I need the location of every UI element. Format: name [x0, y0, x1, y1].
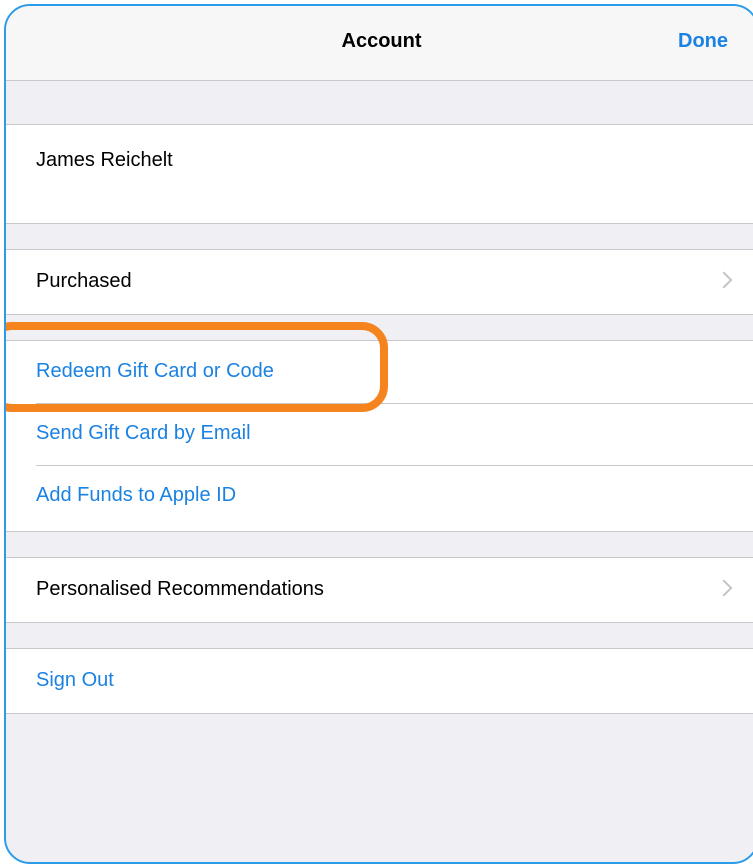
add-funds-label: Add Funds to Apple ID — [36, 484, 237, 506]
purchases-group: Purchased — [6, 249, 753, 315]
purchased-row[interactable]: Purchased — [6, 250, 753, 312]
sign-out-group: Sign Out — [6, 648, 753, 714]
add-funds-row[interactable]: Add Funds to Apple ID — [6, 465, 753, 527]
account-group: James Reichelt — [6, 124, 753, 224]
done-button[interactable]: Done — [678, 30, 728, 53]
page-title: Account — [341, 30, 422, 52]
chevron-right-icon — [715, 579, 733, 597]
sign-out-row[interactable]: Sign Out — [6, 649, 753, 711]
chevron-right-icon — [715, 271, 733, 289]
personalised-recommendations-row[interactable]: Personalised Recommendations — [6, 558, 753, 620]
purchased-label: Purchased — [36, 270, 132, 292]
send-gift-card-row[interactable]: Send Gift Card by Email — [6, 403, 753, 465]
navigation-bar: Account Done — [6, 6, 753, 81]
recommendations-group: Personalised Recommendations — [6, 557, 753, 623]
personalised-recommendations-label: Personalised Recommendations — [36, 578, 324, 600]
account-sheet: Account Done James Reichelt Purchased Re… — [4, 4, 753, 864]
user-name: James Reichelt — [36, 149, 173, 171]
redeem-gift-card-row[interactable]: Redeem Gift Card or Code — [6, 341, 753, 403]
account-name-row[interactable]: James Reichelt — [6, 125, 753, 221]
redeem-gift-card-label: Redeem Gift Card or Code — [36, 360, 274, 382]
send-gift-card-label: Send Gift Card by Email — [36, 422, 251, 444]
gift-card-group: Redeem Gift Card or Code Send Gift Card … — [6, 340, 753, 532]
sign-out-label: Sign Out — [36, 669, 114, 691]
